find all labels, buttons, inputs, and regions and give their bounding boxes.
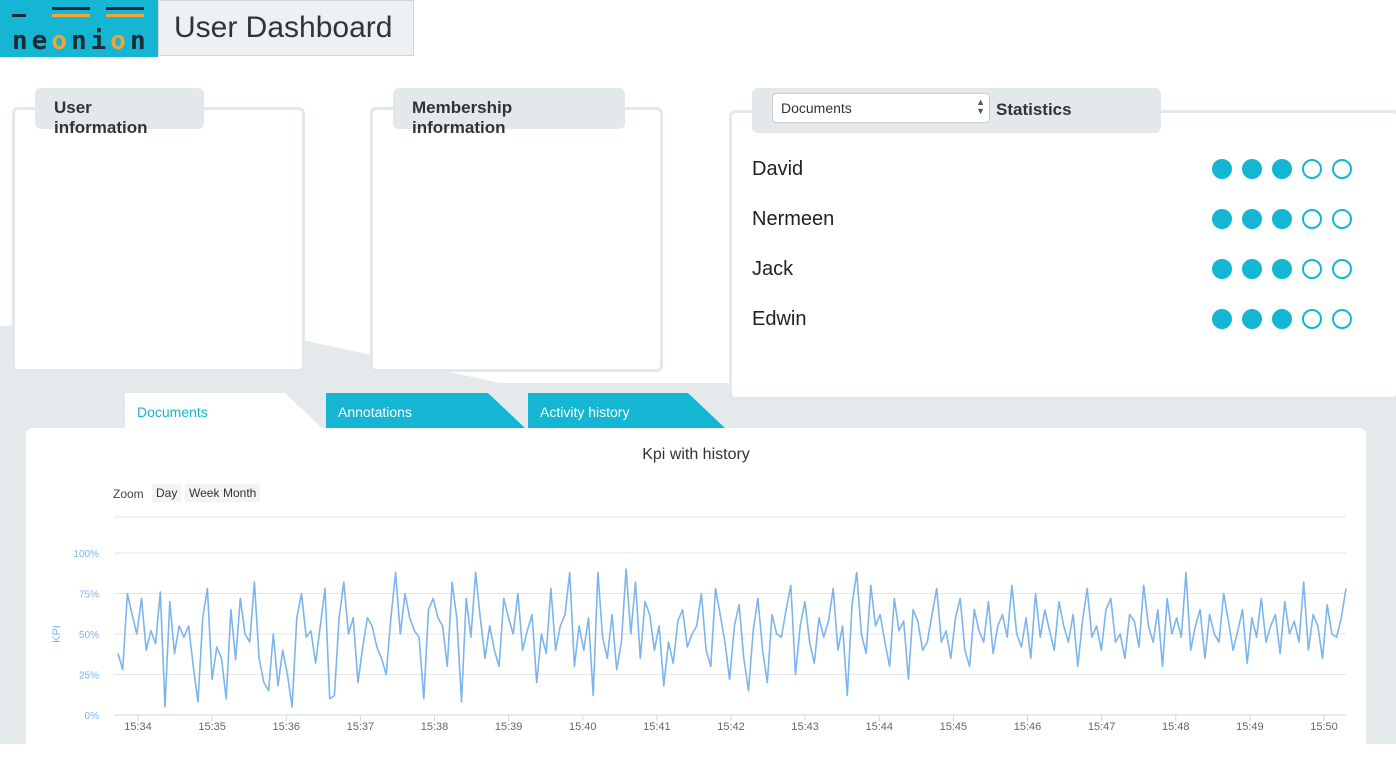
x-tick-label: 15:43 <box>791 721 819 733</box>
x-tick-label: 15:41 <box>643 721 671 733</box>
tab-activity-history[interactable]: Activity history <box>528 393 688 428</box>
x-tick-label: 15:38 <box>421 721 449 733</box>
y-tick-label: 100% <box>73 549 99 560</box>
y-axis-label: KPI <box>51 625 63 643</box>
x-tick-label: 15:47 <box>1088 721 1116 733</box>
x-tick-label: 15:45 <box>940 721 968 733</box>
tab-annotations[interactable]: Annotations <box>326 393 486 428</box>
y-tick-label: 50% <box>79 630 99 641</box>
tab-documents-label: Documents <box>137 404 208 420</box>
x-tick-label: 15:35 <box>198 721 226 733</box>
tab-documents[interactable]: Documents <box>125 393 285 428</box>
x-tick-label: 15:50 <box>1310 721 1338 733</box>
chart-card: Kpi with history Zoom Day Week Month 0% 2… <box>26 428 1366 758</box>
x-tick-label: 15:44 <box>865 721 893 733</box>
kpi-chart: 0% 25% 50% 75% 100% KPI 15:34 15:35 15:36 15:37 15… <box>51 516 1347 733</box>
x-tick-label: 15:34 <box>124 721 152 733</box>
y-tick-label: 75% <box>79 590 99 601</box>
kpi-series-line <box>117 568 1347 708</box>
tab-annotations-label: Annotations <box>338 404 412 420</box>
x-tick-label: 15:46 <box>1014 721 1042 733</box>
y-tick-label: 25% <box>79 671 99 682</box>
x-tick-label: 15:37 <box>347 721 375 733</box>
tab-activity-history-label: Activity history <box>540 404 630 420</box>
x-tick-label: 15:48 <box>1162 721 1190 733</box>
x-tick-label: 15:36 <box>272 721 300 733</box>
x-tick-label: 15:39 <box>495 721 523 733</box>
x-tick-label: 15:49 <box>1236 721 1264 733</box>
x-tick-label: 15:40 <box>569 721 597 733</box>
x-tick-label: 15:42 <box>717 721 745 733</box>
y-tick-label: 0% <box>85 711 100 722</box>
